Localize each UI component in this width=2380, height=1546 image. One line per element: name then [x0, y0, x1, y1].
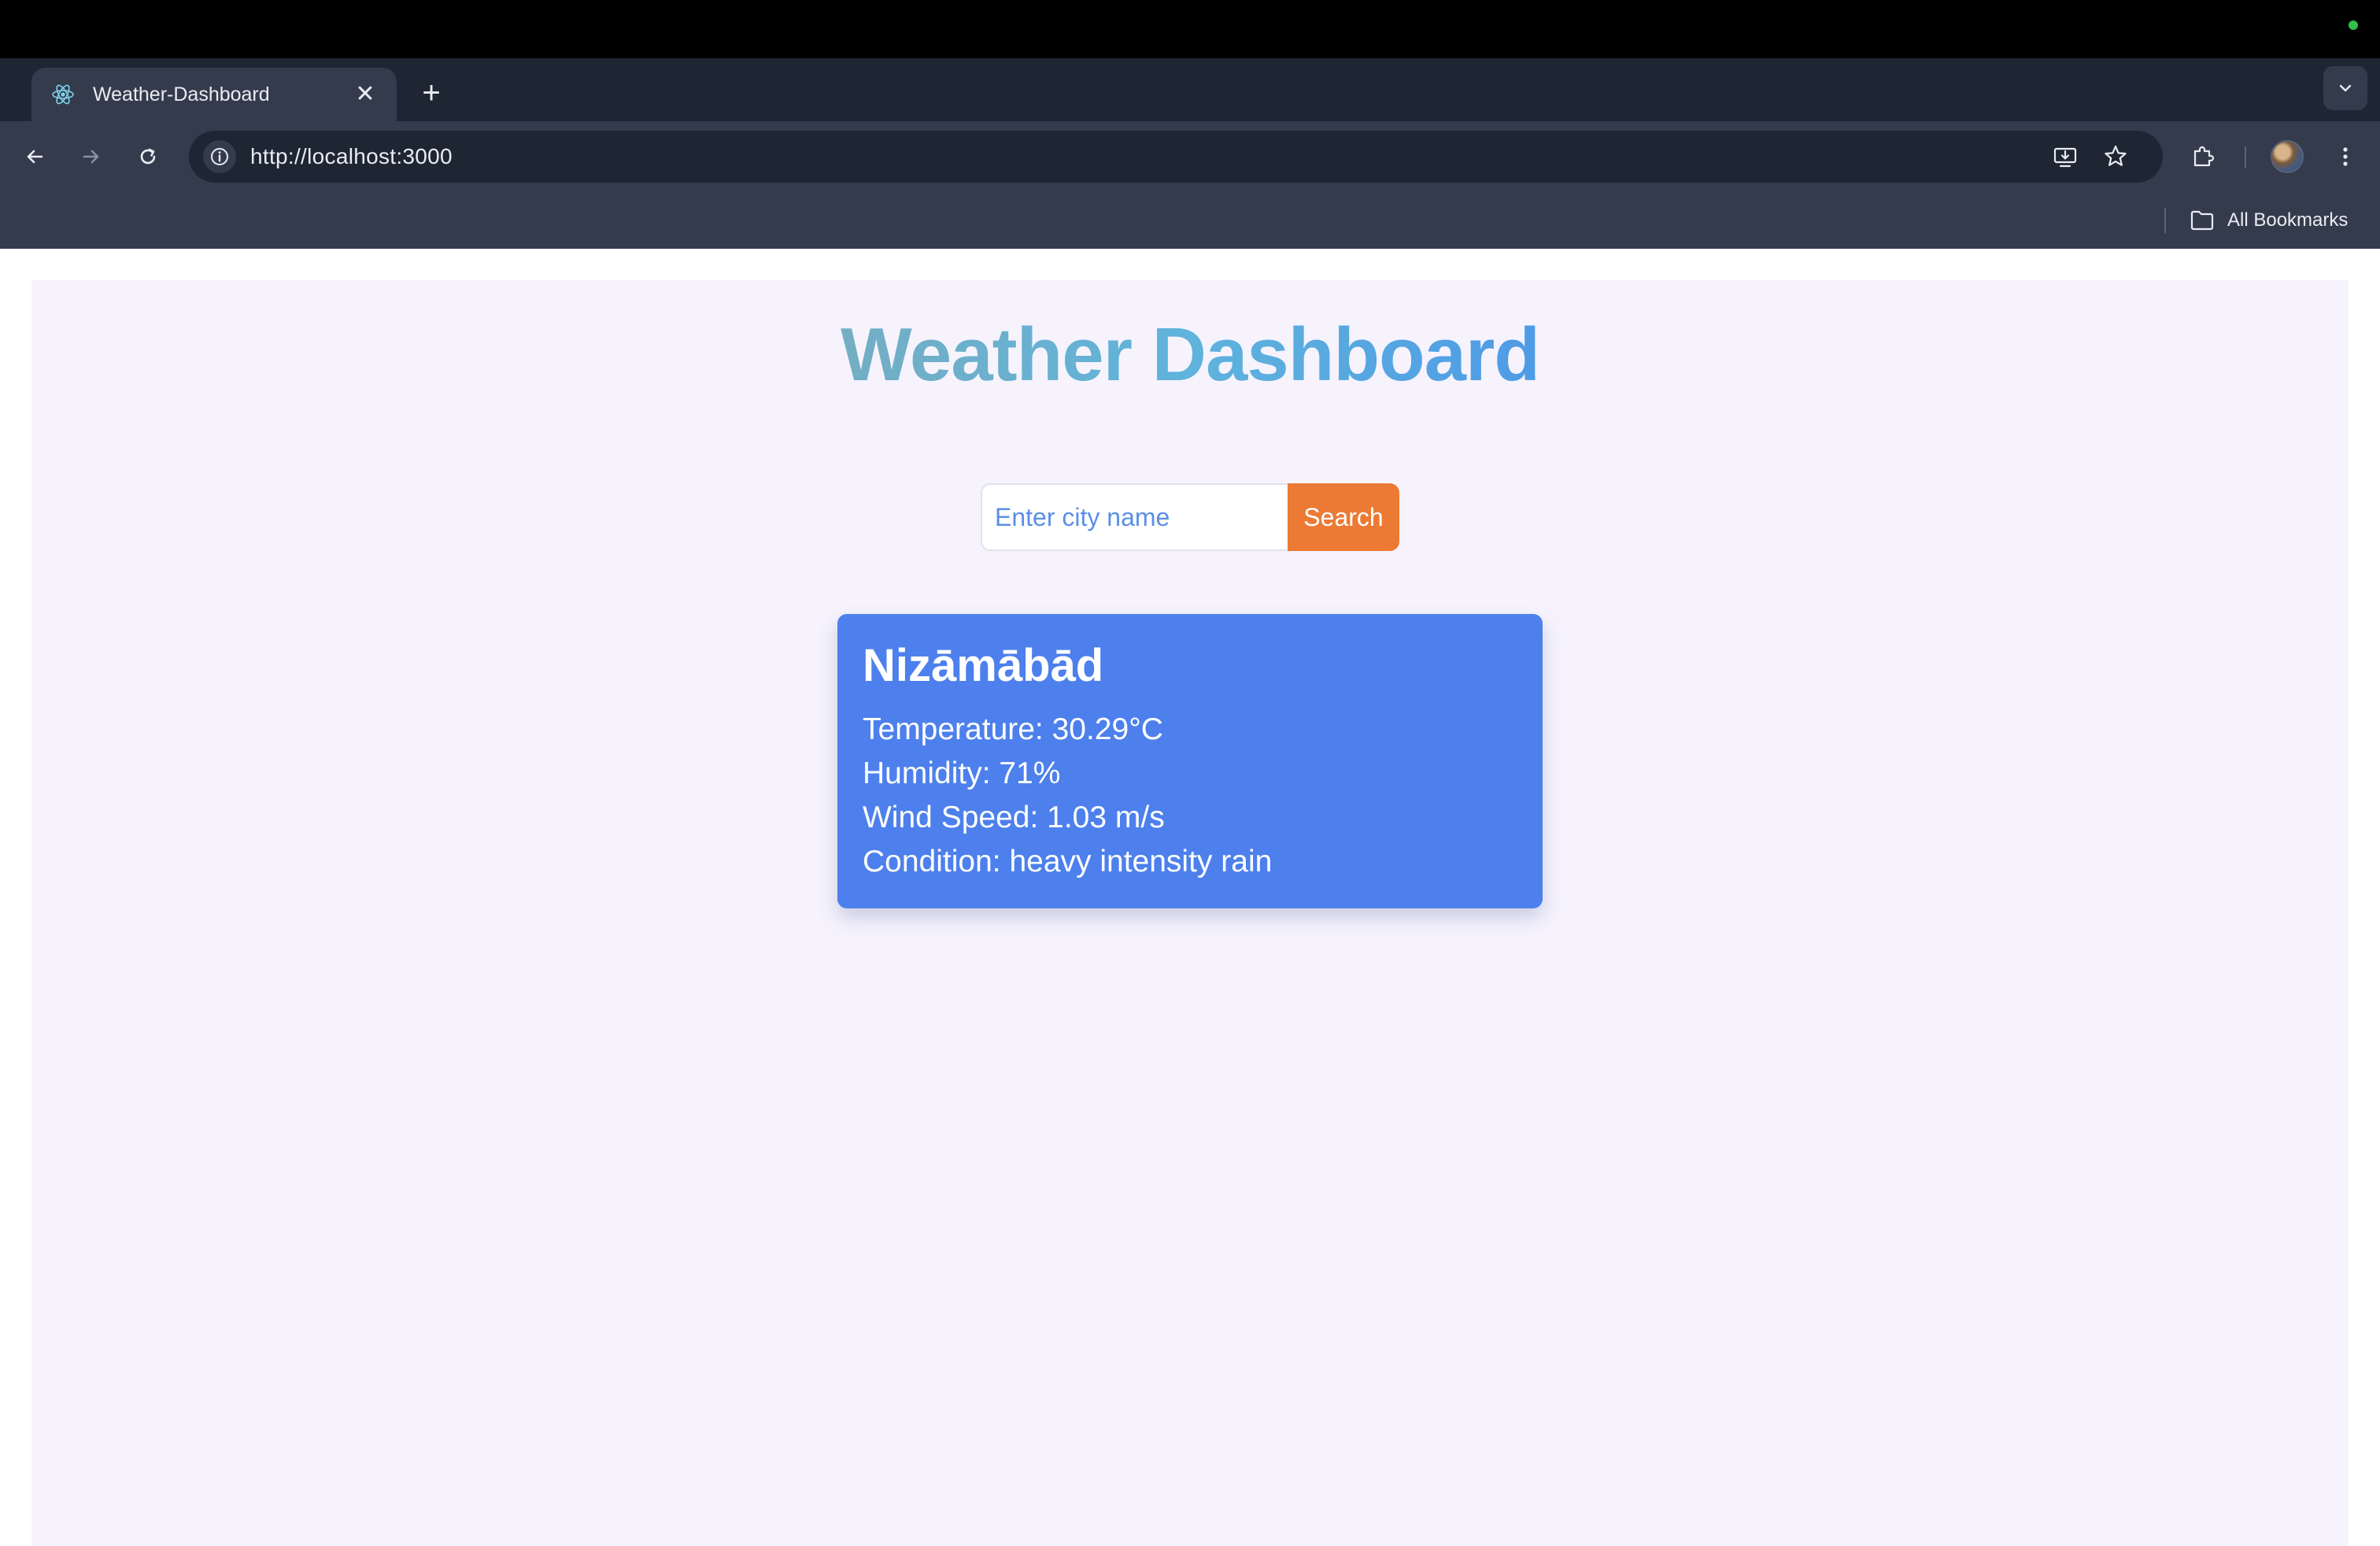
- all-bookmarks-button[interactable]: All Bookmarks: [2190, 203, 2348, 238]
- temperature-text: Temperature: 30.29°C: [863, 712, 1163, 746]
- install-app-icon[interactable]: [2043, 135, 2087, 179]
- status-indicator-dot: [2349, 20, 2358, 30]
- react-icon: [50, 82, 76, 107]
- search-button[interactable]: Search: [1288, 483, 1399, 551]
- profile-button[interactable]: [2265, 135, 2309, 179]
- weather-card: Nizāmābād Temperature: 30.29°C Humidity:…: [837, 614, 1543, 908]
- puzzle-icon[interactable]: [2182, 135, 2226, 179]
- plus-icon[interactable]: +: [409, 71, 453, 115]
- page-title: Weather Dashboard: [31, 312, 2349, 398]
- star-icon[interactable]: [2094, 135, 2138, 179]
- bookmarks-bar: All Bookmarks: [0, 192, 2380, 249]
- wind-speed-text: Wind Speed: 1.03 m/s: [863, 801, 1165, 834]
- humidity-text: Humidity: 71%: [863, 756, 1061, 790]
- close-icon[interactable]: ✕: [353, 82, 378, 107]
- search-form: Search: [31, 483, 2349, 551]
- arrow-right-icon[interactable]: [69, 135, 113, 179]
- condition-text: Condition: heavy intensity rain: [863, 845, 1273, 878]
- os-menu-bar: [0, 0, 2380, 58]
- avatar: [2271, 140, 2304, 173]
- bookmarks-divider: [2164, 208, 2166, 233]
- page-viewport: Weather Dashboard Search Nizāmābād Tempe…: [0, 249, 2380, 1546]
- arrow-left-icon[interactable]: [13, 135, 57, 179]
- toolbar-divider: [2245, 146, 2246, 168]
- browser-tab-active[interactable]: Weather-Dashboard ✕: [31, 68, 397, 121]
- city-search-input[interactable]: [981, 483, 1288, 551]
- tab-strip: Weather-Dashboard ✕ +: [0, 58, 2380, 121]
- chevron-down-icon[interactable]: [2323, 66, 2367, 110]
- browser-toolbar: http://localhost:3000: [0, 121, 2380, 192]
- tab-title: Weather-Dashboard: [93, 83, 270, 105]
- city-name: Nizāmābād: [863, 640, 1104, 691]
- weather-app: Weather Dashboard Search Nizāmābād Tempe…: [31, 280, 2349, 1546]
- kebab-menu-icon[interactable]: [2323, 135, 2367, 179]
- address-bar[interactable]: http://localhost:3000: [189, 131, 2163, 183]
- page-title-text: Weather Dashboard: [840, 313, 1540, 397]
- reload-icon[interactable]: [126, 135, 170, 179]
- all-bookmarks-label: All Bookmarks: [2227, 209, 2349, 231]
- url-text[interactable]: http://localhost:3000: [250, 144, 453, 169]
- folder-icon: [2190, 209, 2215, 231]
- info-icon[interactable]: [203, 140, 236, 173]
